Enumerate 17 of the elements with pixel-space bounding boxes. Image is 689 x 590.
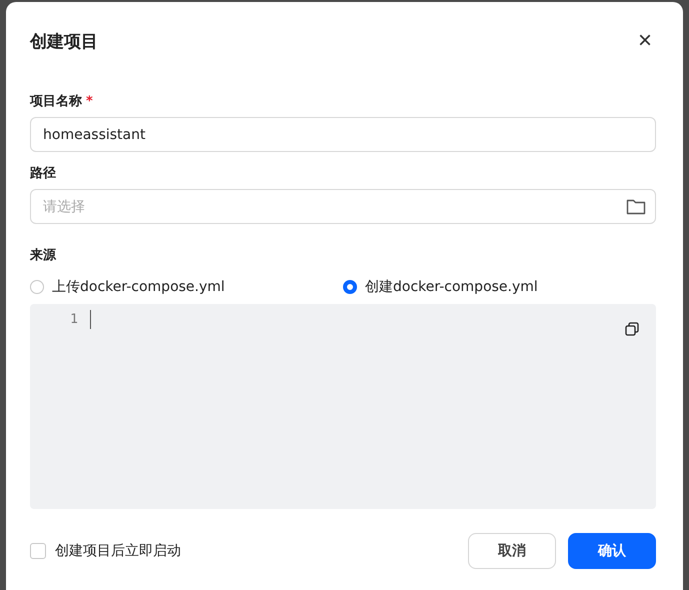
line-number: 1 <box>70 312 78 327</box>
required-mark: * <box>86 94 93 109</box>
cancel-button[interactable]: 取消 <box>468 533 556 569</box>
field-label: 路径 <box>30 166 56 181</box>
name-input[interactable]: homeassistant <box>30 117 656 152</box>
confirm-button[interactable]: 确认 <box>568 533 656 569</box>
radio-option[interactable]: 上传docker-compose.yml <box>30 278 343 296</box>
copy-icon[interactable] <box>625 322 639 336</box>
close-button[interactable]: × <box>634 29 656 53</box>
folder-icon[interactable] <box>626 198 646 215</box>
code-editor[interactable]: 1 <box>30 304 656 509</box>
dialog-title: 创建项目 <box>30 30 98 52</box>
path-input[interactable]: 请选择 <box>30 189 656 224</box>
field-label: 项目名称 <box>30 94 82 109</box>
checkbox-option[interactable]: 创建项目后立即启动 <box>30 542 181 560</box>
field-label: 来源 <box>30 248 56 263</box>
radio-option[interactable]: 创建docker-compose.yml <box>343 278 656 296</box>
